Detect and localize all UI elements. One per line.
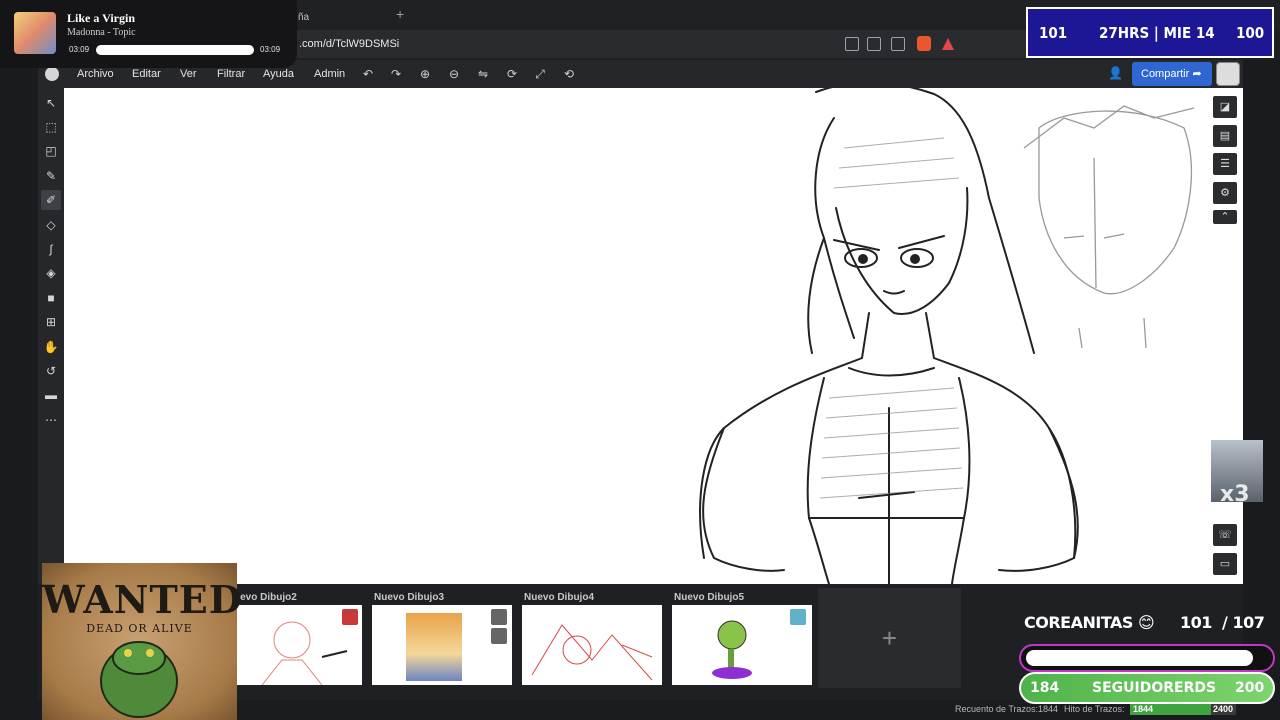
- add-user-icon[interactable]: 👤: [1108, 66, 1124, 82]
- collapse-icon[interactable]: ⌃: [1213, 210, 1237, 224]
- left-margin: [0, 60, 38, 720]
- settings-gear-icon[interactable]: ⚙: [1213, 182, 1237, 204]
- rotate-tool-icon[interactable]: ↺: [41, 361, 61, 381]
- app-logo-icon[interactable]: [45, 67, 59, 81]
- album-art: [14, 12, 56, 54]
- goal-progress-fill: [1026, 650, 1254, 666]
- avatar[interactable]: [1216, 62, 1240, 86]
- followers-label: SEGUIDORERDS: [1092, 680, 1217, 696]
- zoom-out-icon[interactable]: ⊖: [446, 66, 462, 82]
- followers-left: 184: [1030, 680, 1060, 696]
- share-button[interactable]: Compartir ➦: [1132, 62, 1212, 86]
- select-tool-icon[interactable]: ⬚: [41, 117, 61, 137]
- layers-icon[interactable]: ☰: [1213, 153, 1237, 175]
- reset-view-icon[interactable]: ⟲: [561, 66, 577, 82]
- milestone-max: 2400: [1213, 704, 1234, 714]
- fullscreen-icon[interactable]: ⤢: [532, 66, 548, 82]
- milestone-value: 1844: [1133, 704, 1154, 714]
- song-artist: Madonna - Topic: [67, 27, 136, 38]
- stream-right-value: 100: [1236, 24, 1265, 42]
- transform-tool-icon[interactable]: ◰: [41, 141, 61, 161]
- drawing-canvas[interactable]: [64, 88, 1209, 584]
- drawing-thumbnail[interactable]: [522, 605, 662, 685]
- goal-count: 101 / 107: [1180, 613, 1265, 632]
- eraser-tool-icon[interactable]: ◇: [41, 215, 61, 235]
- redo-icon[interactable]: ↷: [388, 66, 404, 82]
- menu-filtrar[interactable]: Filtrar: [217, 68, 245, 80]
- strokes-milestone-label: Hito de Trazos:: [1064, 704, 1125, 714]
- owner-avatar-icon: [342, 609, 358, 625]
- rotate-icon[interactable]: ⟳: [504, 66, 520, 82]
- brave-rewards-icon[interactable]: [942, 38, 954, 50]
- owner-avatar-icon: [491, 628, 507, 644]
- goal-label: COREANITAS 😊: [1024, 613, 1155, 632]
- smudge-tool-icon[interactable]: ʃ: [41, 239, 61, 259]
- brush-settings-icon[interactable]: ▤: [1213, 125, 1237, 147]
- more-tools-icon[interactable]: ⋯: [41, 410, 61, 430]
- song-time-total: 03:09: [260, 45, 281, 54]
- chat-icon[interactable]: ▭: [1213, 553, 1237, 575]
- menu-editar[interactable]: Editar: [132, 68, 161, 80]
- owner-avatar-icon: [790, 609, 806, 625]
- poster-subtitle: DEAD OR ALIVE: [86, 622, 193, 635]
- fill-tool-icon[interactable]: ◈: [41, 263, 61, 283]
- followers-right: 200: [1235, 680, 1265, 696]
- drawing-preview: [406, 613, 462, 681]
- move-tool-icon[interactable]: ↖: [41, 93, 61, 113]
- add-drawing-button[interactable]: +: [818, 588, 961, 688]
- share-page-icon[interactable]: [891, 37, 905, 51]
- drawing-preview: [531, 624, 653, 681]
- sketch-drawing: [699, 88, 1195, 584]
- brave-shield-icon[interactable]: [917, 36, 931, 51]
- drawing-title: Nuevo Dibujo5: [674, 592, 745, 603]
- color-picker-icon[interactable]: ◪: [1213, 96, 1237, 118]
- eyedropper-tool-icon[interactable]: ✎: [41, 166, 61, 186]
- strokes-count-value: 1844: [1038, 704, 1059, 714]
- menu-admin[interactable]: Admin: [314, 68, 345, 80]
- comment-tool-icon[interactable]: ▬: [41, 385, 61, 405]
- drawing-title: Nuevo Dibujo3: [374, 592, 445, 603]
- goal-target: 107: [1232, 613, 1265, 632]
- add-layer-tool-icon[interactable]: ⊞: [41, 312, 61, 332]
- menu-ver[interactable]: Ver: [180, 68, 197, 80]
- song-progress-fill: [96, 45, 254, 55]
- new-tab-icon[interactable]: +: [396, 6, 404, 22]
- undo-icon[interactable]: ↶: [360, 66, 376, 82]
- poster-title: WANTED: [42, 577, 243, 622]
- menu-archivo[interactable]: Archivo: [77, 68, 114, 80]
- shape-tool-icon[interactable]: ■: [41, 288, 61, 308]
- webcam-label: x3: [1220, 482, 1250, 507]
- drawing-title: Nuevo Dibujo4: [524, 592, 595, 603]
- strokes-count-label: Recuento de Trazos:: [955, 704, 1039, 714]
- share-button-label: Compartir: [1141, 68, 1190, 80]
- drawing-preview: [261, 621, 348, 685]
- song-title: Like a Virgin: [67, 11, 136, 25]
- browser-tab[interactable]: ña: [292, 4, 392, 30]
- goal-label-text: COREANITAS: [1024, 613, 1133, 632]
- song-time-current: 03:09: [69, 45, 90, 54]
- browser-tab-label: ña: [298, 12, 310, 23]
- tool-sidebar: [38, 88, 64, 584]
- menu-ayuda[interactable]: Ayuda: [263, 68, 294, 80]
- zoom-in-icon[interactable]: ⊕: [417, 66, 433, 82]
- phone-icon[interactable]: ☏: [1213, 524, 1237, 546]
- drawing-thumbnail[interactable]: [222, 605, 362, 685]
- clipboard-icon[interactable]: [845, 37, 859, 51]
- stream-left-value: 101: [1039, 24, 1068, 42]
- drawing-title: uevo Dibujo2: [234, 592, 297, 603]
- owner-avatar-icon: [491, 609, 507, 625]
- goal-current: 101: [1180, 613, 1212, 632]
- cast-icon[interactable]: [867, 37, 881, 51]
- flip-icon[interactable]: ⇋: [475, 66, 491, 82]
- brush-tool-icon[interactable]: ✐: [41, 190, 61, 210]
- url-text[interactable]: .com/d/TclW9DSMSi: [299, 38, 399, 50]
- stream-center-text: 27HRS | MIE 14: [1099, 24, 1215, 42]
- hand-tool-icon[interactable]: ✋: [41, 337, 61, 357]
